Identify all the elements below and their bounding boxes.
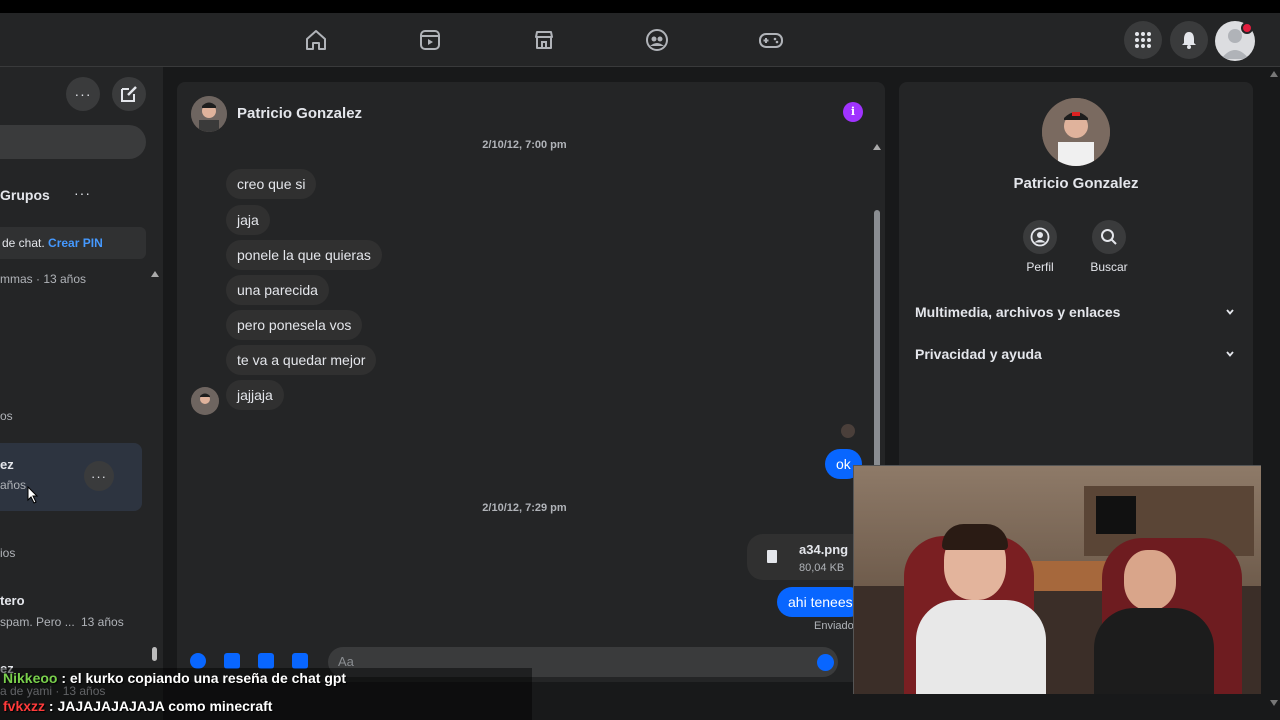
info-icon[interactable]: i: [843, 102, 863, 122]
list-item-subtitle[interactable]: ios: [0, 546, 15, 560]
emoji-icon[interactable]: [817, 654, 834, 671]
conversation-title[interactable]: Patricio Gonzalez: [237, 105, 362, 122]
conversation-scrollbar[interactable]: [873, 144, 881, 470]
message-timestamp: 2/10/12, 7:29 pm: [482, 502, 567, 514]
search-chats-input[interactable]: [0, 125, 146, 159]
chevron-down-icon[interactable]: [1225, 349, 1235, 359]
privacy-help-section[interactable]: Privacidad y ayuda: [915, 346, 1042, 362]
scroll-thumb[interactable]: [152, 647, 157, 661]
reels-icon[interactable]: [417, 27, 443, 53]
stream-chat-message: : el kurko copiando una reseña de chat g…: [57, 670, 347, 686]
webcam-tv: [1096, 496, 1136, 534]
incoming-message[interactable]: jaja: [226, 205, 270, 235]
media-files-links-section[interactable]: Multimedia, archivos y enlaces: [915, 304, 1120, 320]
chevron-down-icon[interactable]: [1225, 307, 1235, 317]
options-button[interactable]: ···: [66, 77, 100, 111]
scroll-up-arrow-icon[interactable]: [151, 271, 159, 277]
notification-dot: [1241, 22, 1253, 34]
file-icon: [767, 550, 777, 563]
incoming-message[interactable]: ponele la que quieras: [226, 240, 382, 270]
scroll-thumb[interactable]: [874, 210, 880, 470]
gif-icon[interactable]: [292, 653, 308, 669]
chat-list-sidebar: ··· Grupos ··· de chat. Crear PIN mmas ·…: [0, 67, 163, 720]
incoming-message[interactable]: pero ponesela vos: [226, 310, 363, 340]
conversation-panel: Patricio Gonzalez i 2/10/12, 7:00 pm cre…: [177, 82, 885, 682]
file-attachment[interactable]: a34.png 80,04 KB: [747, 534, 867, 580]
compose-icon: [121, 86, 137, 102]
delivery-status: Enviado: [814, 620, 854, 632]
sticker-icon[interactable]: [258, 653, 274, 669]
profile-button[interactable]: [1023, 220, 1057, 254]
image-icon[interactable]: [224, 653, 240, 669]
contact-avatar-large[interactable]: [1042, 98, 1110, 166]
chat-list-scrollbar[interactable]: [150, 267, 160, 667]
incoming-message[interactable]: creo que si: [226, 169, 317, 199]
list-item-subtitle[interactable]: mmas · 13 años: [0, 272, 86, 286]
home-icon[interactable]: [303, 27, 329, 53]
search-button[interactable]: [1092, 220, 1126, 254]
top-black-strip: [0, 0, 1280, 13]
menu-grid-button[interactable]: [1124, 21, 1162, 59]
create-pin-link[interactable]: Crear PIN: [48, 236, 103, 250]
groups-heading: Grupos: [0, 187, 50, 203]
file-name: a34.png: [799, 542, 849, 557]
pin-notice-text: de chat.: [2, 236, 45, 250]
list-item-subtitle[interactable]: os: [0, 409, 13, 423]
scroll-up-arrow-icon[interactable]: [1270, 71, 1278, 77]
sender-avatar: [191, 387, 219, 415]
conversation-options-button[interactable]: ···: [84, 461, 114, 491]
scroll-up-arrow-icon[interactable]: [873, 144, 881, 150]
list-item-time: 13 años: [81, 615, 124, 629]
list-item-subtitle[interactable]: spam. Pero ...: [0, 615, 75, 629]
microphone-icon[interactable]: [190, 653, 206, 669]
search-icon: [1101, 229, 1117, 245]
profile-label[interactable]: Perfil: [1010, 260, 1070, 274]
stream-chat-overlay: Nikkeoo : el kurko copiando una reseña d…: [0, 668, 532, 720]
stream-chat-line: Nikkeoo : el kurko copiando una reseña d…: [3, 670, 346, 686]
list-item-title[interactable]: ez: [0, 457, 14, 472]
stream-chat-line: fvkxzz : JAJAJAJAJAJA como minecraft: [3, 698, 272, 714]
stream-chat-username: fvkxzz: [3, 698, 46, 714]
incoming-message[interactable]: jajjaja: [226, 380, 284, 410]
scroll-down-arrow-icon[interactable]: [1270, 700, 1278, 706]
webcam-overlay: [853, 465, 1261, 694]
top-navigation-bar: [0, 13, 1280, 67]
incoming-message[interactable]: una parecida: [226, 275, 329, 305]
contact-avatar[interactable]: [191, 96, 227, 132]
contact-name: Patricio Gonzalez: [1013, 175, 1139, 192]
list-item-subtitle[interactable]: años: [0, 478, 26, 492]
incoming-message[interactable]: te va a quedar mejor: [226, 345, 377, 375]
grid-icon: [1135, 32, 1151, 48]
profile-icon: [1030, 227, 1050, 247]
marketplace-icon[interactable]: [531, 27, 557, 53]
pin-notice: de chat. Crear PIN: [0, 227, 146, 259]
file-size: 80,04 KB: [799, 562, 845, 574]
page-scrollbar[interactable]: [1268, 67, 1280, 720]
new-message-button[interactable]: [112, 77, 146, 111]
list-item-title[interactable]: tero: [0, 593, 25, 608]
groups-options-icon[interactable]: ···: [74, 185, 91, 201]
groups-icon[interactable]: [644, 27, 670, 53]
seen-indicator-avatar: [841, 424, 855, 438]
notifications-button[interactable]: [1170, 21, 1208, 59]
streamer-person: [1094, 544, 1214, 694]
stream-chat-username: Nikkeoo: [3, 670, 58, 686]
stream-chat-message: : JAJAJAJAJAJA como minecraft: [45, 698, 273, 714]
outgoing-message[interactable]: ahi tenees: [777, 587, 864, 617]
message-timestamp: 2/10/12, 7:00 pm: [482, 139, 567, 151]
gaming-icon[interactable]: [758, 27, 784, 53]
more-options-icon: ···: [91, 468, 107, 484]
list-item-selected[interactable]: [0, 443, 142, 511]
streamer-person: [916, 524, 1046, 694]
more-options-icon: ···: [74, 86, 92, 102]
bell-icon: [1182, 32, 1196, 49]
search-label[interactable]: Buscar: [1079, 260, 1139, 274]
